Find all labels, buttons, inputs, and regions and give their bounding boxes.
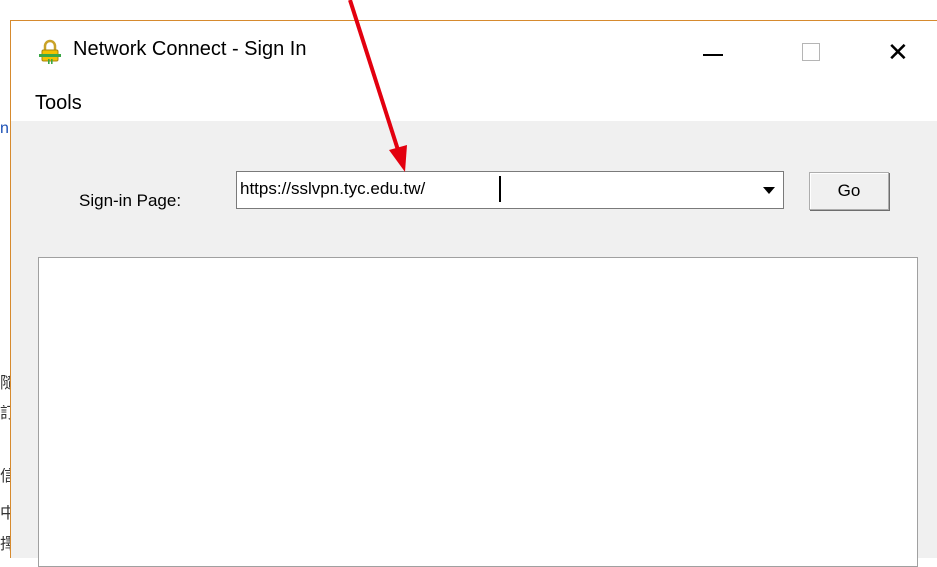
background-text: 隨 bbox=[0, 375, 10, 392]
maximize-icon[interactable] bbox=[789, 31, 835, 75]
signin-url-combobox[interactable] bbox=[236, 171, 784, 209]
window-content: Sign-in Page: Go bbox=[11, 121, 937, 567]
signin-page-label: Sign-in Page: bbox=[79, 191, 182, 210]
go-button[interactable]: Go bbox=[809, 172, 889, 210]
chevron-down-icon[interactable] bbox=[754, 173, 782, 207]
menu-bar: Tools bbox=[11, 85, 937, 121]
background-text: 中 bbox=[0, 505, 10, 522]
title-bar[interactable]: Network Connect - Sign In ✕ bbox=[11, 21, 937, 85]
minimize-icon[interactable] bbox=[691, 31, 737, 75]
url-input[interactable] bbox=[240, 175, 745, 203]
network-connect-window: Network Connect - Sign In ✕ Tools Sign-i… bbox=[10, 20, 937, 567]
background-text: n bbox=[0, 120, 9, 137]
background-text: 訂 bbox=[0, 405, 10, 422]
background-page: n 隨 訂 信 中 擇 bbox=[0, 0, 10, 558]
menu-tools[interactable]: Tools bbox=[35, 92, 82, 115]
background-text: 信 bbox=[0, 468, 10, 485]
close-icon[interactable]: ✕ bbox=[875, 31, 921, 75]
text-caret bbox=[499, 176, 501, 202]
window-title: Network Connect - Sign In bbox=[73, 38, 307, 60]
signin-browser-pane[interactable] bbox=[38, 257, 918, 567]
close-glyph: ✕ bbox=[887, 37, 909, 67]
background-text: 擇 bbox=[0, 536, 10, 553]
padlock-icon bbox=[39, 39, 61, 64]
